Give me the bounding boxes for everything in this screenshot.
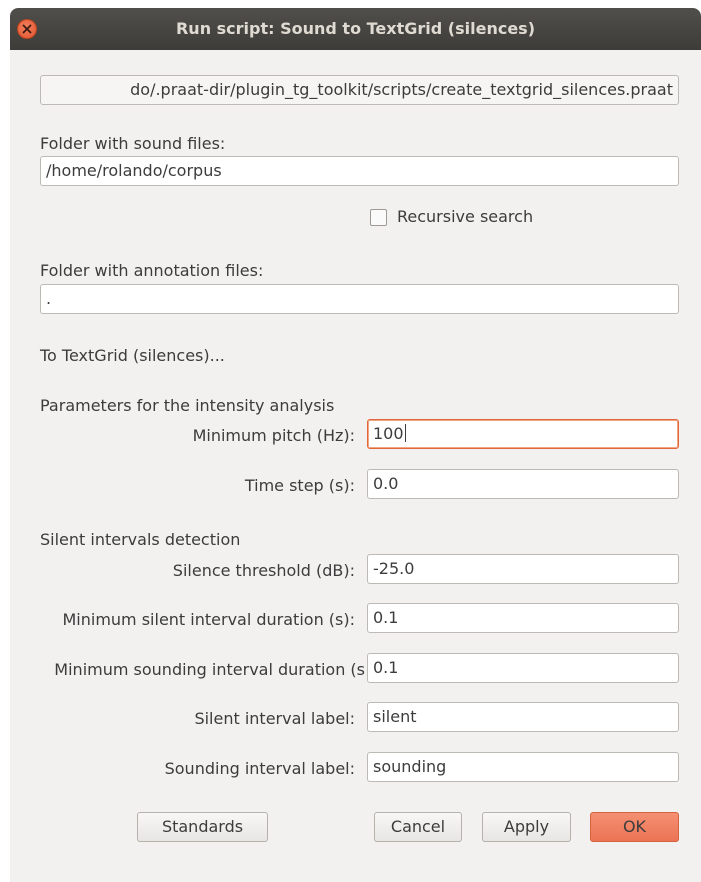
silent-label-label: Silent interval label: — [194, 709, 355, 728]
min-silent-duration-input[interactable]: 0.1 — [367, 603, 679, 633]
cancel-button[interactable]: Cancel — [374, 812, 462, 842]
min-pitch-value: 100 — [373, 424, 404, 443]
close-icon — [22, 24, 32, 34]
dialog-window: Run script: Sound to TextGrid (silences)… — [10, 8, 701, 882]
section-title-totextgrid: To TextGrid (silences)... — [40, 346, 225, 365]
min-pitch-input[interactable]: 100 — [367, 419, 679, 449]
annotation-folder-label: Folder with annotation files: — [40, 261, 264, 280]
silence-threshold-input[interactable]: -25.0 — [367, 554, 679, 584]
standards-button[interactable]: Standards — [137, 812, 268, 842]
time-step-input[interactable]: 0.0 — [367, 469, 679, 499]
close-window-button[interactable] — [17, 19, 37, 39]
text-caret — [404, 424, 406, 442]
script-path-field: do/.praat-dir/plugin_tg_toolkit/scripts/… — [40, 75, 679, 105]
silent-label-input[interactable]: silent — [367, 702, 679, 732]
sounding-label-label: Sounding interval label: — [164, 759, 355, 778]
min-silent-duration-label: Minimum silent interval duration (s): — [62, 610, 355, 629]
min-sounding-duration-label: Minimum sounding interval duration (s — [54, 660, 365, 679]
min-pitch-label: Minimum pitch (Hz): — [192, 426, 355, 445]
sounding-label-input[interactable]: sounding — [367, 752, 679, 782]
apply-button[interactable]: Apply — [482, 812, 571, 842]
silence-heading: Silent intervals detection — [40, 530, 241, 549]
silence-threshold-label: Silence threshold (dB): — [172, 561, 355, 580]
min-sounding-duration-input[interactable]: 0.1 — [367, 653, 679, 683]
sound-folder-input[interactable]: /home/rolando/corpus — [40, 156, 679, 186]
recursive-search-label[interactable]: Recursive search — [397, 207, 533, 227]
title-bar[interactable]: Run script: Sound to TextGrid (silences) — [10, 8, 701, 50]
ok-button[interactable]: OK — [590, 812, 679, 842]
sound-folder-label: Folder with sound files: — [40, 134, 226, 153]
time-step-label: Time step (s): — [244, 476, 355, 495]
window-title: Run script: Sound to TextGrid (silences) — [175, 19, 535, 38]
recursive-search-checkbox[interactable] — [370, 209, 387, 226]
intensity-heading: Parameters for the intensity analysis — [40, 396, 335, 415]
annotation-folder-input[interactable]: . — [40, 284, 679, 314]
